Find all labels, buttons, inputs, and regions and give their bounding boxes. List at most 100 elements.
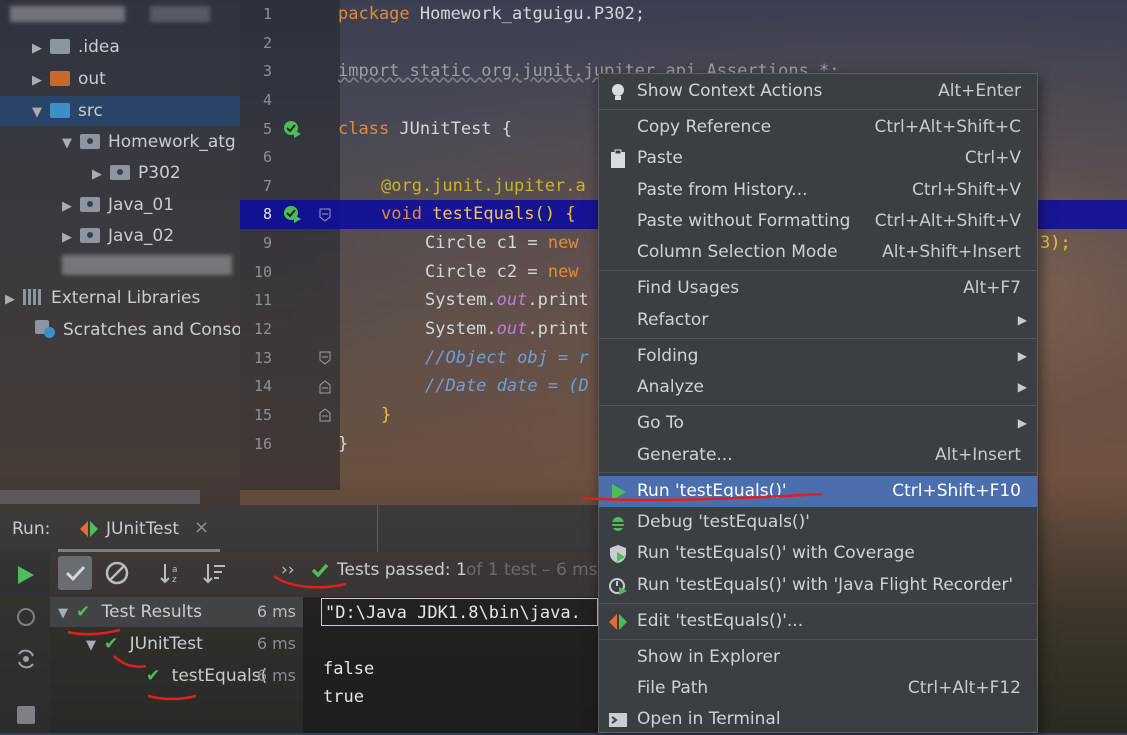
stop-icon[interactable] bbox=[17, 706, 35, 724]
menu-item-edit-testequals[interactable]: Edit 'testEquals()'... bbox=[599, 606, 1037, 637]
editor-context-menu: Show Context Actions Alt+Enter Copy Refe… bbox=[598, 73, 1038, 733]
chevron-down-icon[interactable]: ▼ bbox=[58, 599, 76, 627]
svg-text:a: a bbox=[172, 565, 178, 575]
code-line-10[interactable]: Circle c2 = new bbox=[425, 258, 579, 287]
tree-item-java01[interactable]: ▶ Java_01 bbox=[62, 190, 174, 220]
run-tool-window-header: Run: JUnitTest × bbox=[0, 505, 598, 552]
terminal-icon bbox=[609, 713, 627, 727]
menu-item-generate[interactable]: Generate... Alt+Insert bbox=[599, 440, 1037, 471]
menu-item-run-testequals[interactable]: Run 'testEquals()' Ctrl+Shift+F10 bbox=[599, 476, 1037, 507]
tree-item-scratches[interactable]: Scratches and Consoles bbox=[23, 315, 240, 345]
package-icon bbox=[80, 134, 100, 149]
line-number: 1 bbox=[262, 5, 272, 23]
menu-item-paste-without-formatting[interactable]: Paste without Formatting Ctrl+Alt+Shift+… bbox=[599, 206, 1037, 237]
tree-item-java02[interactable]: ▶ Java_02 bbox=[62, 221, 174, 251]
code-line-13[interactable]: //Object obj = r bbox=[425, 344, 589, 373]
code-line-16[interactable]: } bbox=[338, 430, 348, 459]
show-ignored-toggle[interactable] bbox=[100, 556, 134, 590]
menu-item-analyze[interactable]: Analyze ▶ bbox=[599, 372, 1037, 403]
menu-separator bbox=[599, 338, 1037, 339]
chevron-right-icon[interactable]: ▶ bbox=[92, 160, 110, 188]
check-icon bbox=[65, 565, 86, 582]
menu-item-find-usages[interactable]: Find Usages Alt+F7 bbox=[599, 273, 1037, 304]
code-line-12[interactable]: System.out.print bbox=[425, 315, 589, 344]
fold-end-icon[interactable] bbox=[319, 408, 331, 422]
passed-check-icon: ✔ bbox=[76, 602, 91, 622]
menu-item-copy-reference[interactable]: Copy Reference Ctrl+Alt+Shift+C bbox=[599, 112, 1037, 143]
result-test-results[interactable]: ▼ ✔ Test Results 6 ms bbox=[58, 597, 298, 627]
code-line-15[interactable]: } bbox=[381, 401, 391, 430]
line-number: 2 bbox=[262, 34, 272, 52]
menu-item-show-context-actions[interactable]: Show Context Actions Alt+Enter bbox=[599, 76, 1037, 107]
run-test-class-icon[interactable] bbox=[282, 119, 302, 139]
menu-item-refactor[interactable]: Refactor ▶ bbox=[599, 305, 1037, 336]
code-line-8[interactable]: void testEquals() { bbox=[381, 200, 576, 229]
console-output-line: true bbox=[323, 687, 364, 707]
chevron-right-icon[interactable]: ▶ bbox=[5, 285, 23, 313]
passed-check-icon: ✔ bbox=[104, 634, 119, 654]
menu-item-open-in-terminal[interactable]: Open in Terminal bbox=[599, 704, 1037, 735]
ignored-icon bbox=[105, 561, 129, 585]
sort-by-duration-icon[interactable] bbox=[203, 562, 227, 584]
menu-item-paste-from-history[interactable]: Paste from History... Ctrl+Shift+V bbox=[599, 175, 1037, 206]
scratches-icon bbox=[35, 320, 55, 338]
run-test-method-icon[interactable] bbox=[282, 204, 302, 224]
chevron-right-icon[interactable]: ▶ bbox=[62, 192, 80, 220]
console-command-line: "D:\Java JDK1.8\bin\java. bbox=[321, 598, 598, 626]
fold-start-icon[interactable] bbox=[319, 208, 331, 222]
code-line-5[interactable]: class JUnitTest { bbox=[338, 115, 512, 144]
chevron-down-icon[interactable]: ▼ bbox=[86, 631, 104, 659]
tree-item-p302[interactable]: ▶ P302 bbox=[92, 158, 181, 188]
lightbulb-icon bbox=[612, 84, 624, 100]
menu-item-file-path[interactable]: File Path Ctrl+Alt+F12 bbox=[599, 673, 1037, 704]
line-number: 8 bbox=[262, 205, 272, 223]
run-icon bbox=[612, 484, 626, 500]
submenu-arrow-icon: ▶ bbox=[1017, 313, 1027, 327]
chevron-right-icon[interactable]: ▶ bbox=[62, 223, 80, 251]
close-tab-icon[interactable]: × bbox=[194, 517, 209, 538]
line-number: 6 bbox=[262, 148, 272, 166]
code-line-1[interactable]: package Homework_atguigu.P302; bbox=[338, 0, 645, 29]
tree-item-out[interactable]: ▶ out bbox=[32, 64, 106, 94]
chevron-right-icon[interactable]: ▶ bbox=[32, 66, 50, 94]
tree-item-external-libraries[interactable]: ▶ External Libraries bbox=[5, 283, 200, 313]
menu-item-paste[interactable]: Paste Ctrl+V bbox=[599, 143, 1037, 174]
rerun-failed-icon[interactable] bbox=[14, 648, 38, 670]
line-number: 14 bbox=[253, 377, 272, 395]
menu-item-run-with-coverage[interactable]: Run 'testEquals()' with Coverage bbox=[599, 538, 1037, 569]
fold-start-icon[interactable] bbox=[319, 351, 331, 365]
expand-toolbar-icon[interactable]: ›› bbox=[281, 560, 295, 580]
code-line-7[interactable]: @org.junit.jupiter.a bbox=[381, 172, 586, 201]
chevron-right-icon[interactable]: ▶ bbox=[32, 34, 50, 62]
menu-separator bbox=[599, 109, 1037, 110]
result-testequals[interactable]: ✔ testEquals( 6 ms bbox=[146, 661, 298, 691]
code-line-9[interactable]: Circle c1 = new bbox=[425, 229, 579, 258]
fold-end-icon[interactable] bbox=[319, 380, 331, 394]
menu-item-debug-testequals[interactable]: Debug 'testEquals()' bbox=[599, 507, 1037, 538]
menu-item-go-to[interactable]: Go To ▶ bbox=[599, 408, 1037, 439]
sort-alphabetically-icon[interactable]: az bbox=[160, 562, 184, 584]
rerun-icon[interactable] bbox=[16, 564, 36, 586]
code-line-9-tail: 3); bbox=[1040, 233, 1071, 253]
menu-item-column-selection-mode[interactable]: Column Selection Mode Alt+Shift+Insert bbox=[599, 237, 1037, 268]
chevron-down-icon[interactable]: ▼ bbox=[62, 129, 80, 157]
menu-separator bbox=[599, 405, 1037, 406]
debug-bug-icon bbox=[612, 517, 624, 531]
menu-item-run-with-flight-recorder[interactable]: Run 'testEquals()' with 'Java Flight Rec… bbox=[599, 570, 1037, 601]
menu-item-folding[interactable]: Folding ▶ bbox=[599, 341, 1037, 372]
show-passed-toggle[interactable] bbox=[58, 556, 92, 590]
horizontal-scrollbar[interactable] bbox=[0, 490, 200, 504]
tree-item-homework-package[interactable]: ▼ Homework_atg bbox=[62, 127, 240, 157]
tree-item-idea[interactable]: ▶ .idea bbox=[32, 32, 120, 62]
menu-separator bbox=[599, 472, 1037, 473]
result-junittest[interactable]: ▼ ✔ JUnitTest 6 ms bbox=[86, 629, 298, 659]
toggle-auto-test-icon[interactable] bbox=[14, 606, 38, 628]
code-line-14[interactable]: //Date date = (D bbox=[425, 372, 589, 401]
run-tab-junittest[interactable]: JUnitTest × bbox=[58, 505, 220, 552]
menu-item-show-in-explorer[interactable]: Show in Explorer bbox=[599, 642, 1037, 673]
code-line-11[interactable]: System.out.print bbox=[425, 286, 589, 315]
run-label: Run: bbox=[12, 519, 51, 539]
divider bbox=[377, 505, 378, 552]
chevron-down-icon[interactable]: ▼ bbox=[32, 98, 50, 126]
tree-item-src[interactable]: ▼ src bbox=[32, 96, 103, 126]
